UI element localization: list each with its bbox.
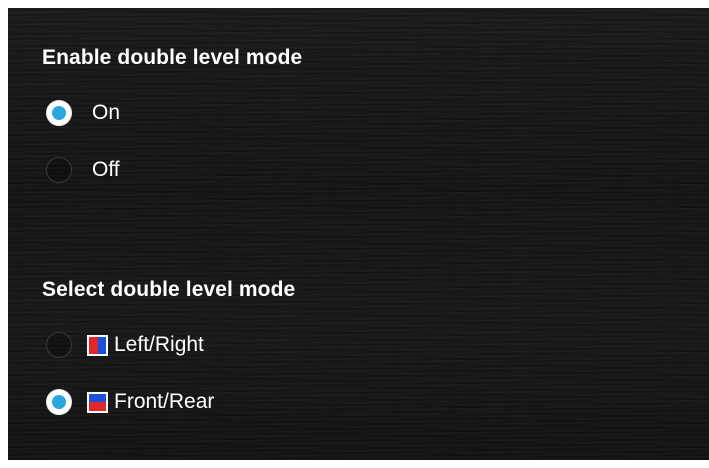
enable-on-option[interactable]: On [46, 96, 120, 130]
front-rear-label: Front/Rear [114, 390, 215, 413]
front-rear-radio[interactable] [46, 389, 72, 415]
left-half-red [89, 336, 98, 354]
left-right-radio[interactable] [46, 332, 72, 358]
rear-half-red [89, 402, 106, 411]
select-double-level-title: Select double level mode [42, 278, 296, 301]
front-rear-option[interactable]: Front/Rear [46, 385, 214, 419]
left-right-split-icon [87, 334, 108, 356]
left-right-label: Left/Right [114, 333, 204, 356]
left-right-option[interactable]: Left/Right [46, 328, 204, 362]
right-half-blue [97, 336, 106, 354]
front-half-blue [89, 393, 106, 402]
enable-off-option[interactable]: Off [46, 153, 120, 187]
enable-off-radio[interactable] [46, 157, 72, 183]
settings-panel: Enable double level mode On Off Select d… [8, 8, 709, 460]
front-rear-split-icon [87, 391, 108, 413]
radio-selected-dot [52, 395, 66, 409]
enable-on-label: On [92, 101, 121, 124]
enable-double-level-title: Enable double level mode [42, 46, 303, 69]
enable-on-radio[interactable] [46, 100, 72, 126]
radio-selected-dot [52, 106, 66, 120]
enable-off-label: Off [92, 158, 120, 181]
